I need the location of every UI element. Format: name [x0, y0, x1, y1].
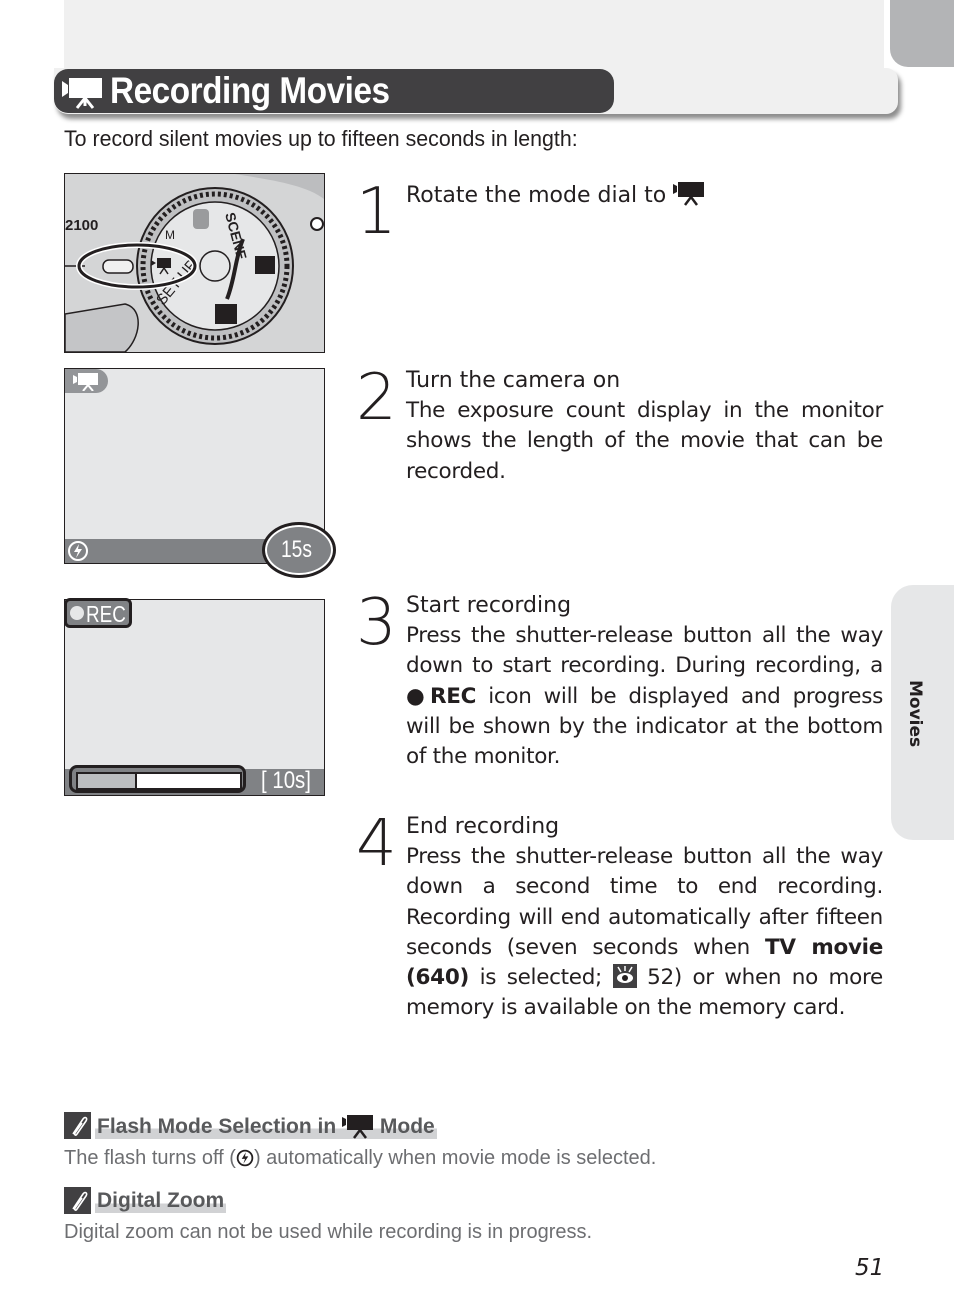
- reference-eye-icon[interactable]: [612, 964, 637, 989]
- step-1: 1 Rotate the mode dial to: [356, 180, 883, 244]
- step-title: Start recording: [406, 593, 572, 618]
- note-title: Flash Mode Selection in Mode: [95, 1112, 437, 1139]
- rec-indicator: REC: [64, 598, 132, 628]
- step-title: End recording: [406, 814, 560, 839]
- step-number: 4: [356, 807, 397, 881]
- chapter-tab-movies[interactable]: Movies: [891, 585, 954, 840]
- intro-text: To record silent movies up to fifteen se…: [64, 126, 578, 151]
- svg-text:2100: 2100: [65, 217, 98, 234]
- rec-dot-icon: [70, 606, 84, 620]
- mode-indicator: [65, 369, 108, 393]
- step-body: Press the shutter-release button all the…: [406, 844, 884, 1021]
- recording-progress-bar: [76, 772, 242, 790]
- step-title: Rotate the mode dial to: [406, 180, 883, 211]
- step-body: The exposure count display in the monito…: [406, 398, 883, 484]
- monitor-ready-illustration: 15s: [64, 368, 336, 578]
- movie-camera-icon: [62, 78, 102, 109]
- mode-dial-drawing: SCENE M SET UP 2100: [64, 174, 324, 353]
- note-flash-mode-body: The flash turns off () automatically whe…: [64, 1147, 657, 1169]
- step-4: 4 End recording Press the shutter-releas…: [356, 812, 883, 1024]
- chapter-tab-label: Movies: [905, 680, 925, 748]
- mode-dial-illustration: SCENE M SET UP 2100: [64, 173, 325, 353]
- progress-highlight: [69, 765, 246, 793]
- chapter-tab-top: [890, 0, 954, 67]
- rec-icon-text: ●REC: [406, 683, 477, 709]
- monitor-recording-illustration: REC [ 10s]: [64, 598, 325, 796]
- movie-camera-icon: [673, 182, 705, 206]
- note-flash-mode-heading: Flash Mode Selection in Mode: [64, 1112, 437, 1139]
- step-3: 3 Start recording Press the shutter-rele…: [356, 591, 883, 772]
- note-digital-zoom-heading: Digital Zoom: [64, 1187, 227, 1214]
- page-title: Recording Movies: [110, 70, 390, 111]
- step-number: 2: [356, 361, 397, 435]
- paperclip-icon: [64, 1187, 91, 1214]
- step-title: Turn the camera on: [406, 368, 621, 393]
- step-title-text: Rotate the mode dial to: [406, 183, 667, 208]
- page-title-block: Recording Movies: [54, 69, 614, 113]
- paperclip-icon: [64, 1112, 91, 1139]
- recording-progress-fill: [78, 774, 137, 788]
- flash-off-icon: [68, 541, 88, 561]
- remaining-time: 15s: [281, 536, 312, 563]
- page-number: 51: [855, 1255, 885, 1281]
- top-band: [64, 0, 884, 70]
- remaining-time-highlight: 15s: [262, 522, 336, 578]
- step-number: 3: [356, 586, 397, 660]
- rec-label: REC: [86, 601, 126, 627]
- flash-off-icon: [236, 1149, 254, 1167]
- step-2: 2 Turn the camera on The exposure count …: [356, 366, 883, 487]
- step-body: Press the shutter-release button all the…: [406, 623, 883, 770]
- movie-camera-icon: [342, 1114, 374, 1139]
- step-number: 1: [356, 175, 397, 249]
- svg-text:M: M: [165, 228, 175, 242]
- note-digital-zoom-body: Digital zoom can not be used while recor…: [64, 1221, 593, 1243]
- note-title: Digital Zoom: [95, 1188, 227, 1213]
- remaining-time: [ 10s]: [261, 767, 311, 794]
- movie-camera-icon: [73, 373, 98, 391]
